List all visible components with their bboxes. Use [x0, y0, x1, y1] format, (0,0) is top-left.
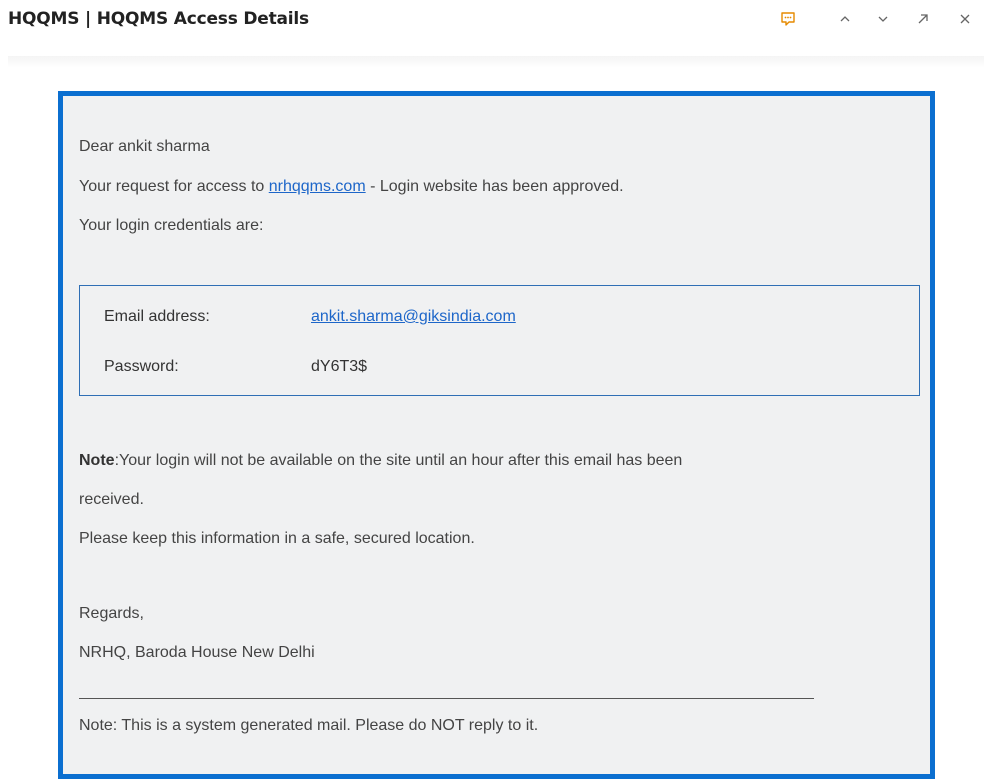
- request-approved-line: Your request for access to nrhqqms.com -…: [79, 178, 624, 196]
- email-address-label: Email address:: [104, 308, 210, 325]
- regards-text: Regards,: [79, 605, 144, 622]
- close-icon[interactable]: [954, 8, 976, 30]
- password-label: Password:: [104, 358, 179, 375]
- email-content-frame: Dear ankit sharma Your request for acces…: [58, 91, 935, 779]
- request-suffix: - Login website has been approved.: [365, 178, 624, 195]
- note-continuation: received.: [79, 491, 144, 508]
- note-text: :Your login will not be available on the…: [114, 452, 683, 469]
- website-link[interactable]: nrhqqms.com: [269, 178, 366, 195]
- header-divider: [8, 56, 984, 68]
- email-subject: HQQMS | HQQMS Access Details: [8, 9, 309, 29]
- footer-divider: [79, 698, 814, 699]
- chevron-down-icon[interactable]: [872, 8, 894, 30]
- signature-text: NRHQ, Baroda House New Delhi: [79, 644, 315, 661]
- system-generated-note: Note: This is a system generated mail. P…: [79, 717, 539, 734]
- greeting: Dear ankit sharma: [79, 138, 210, 155]
- note-heading: Note: [79, 452, 115, 469]
- request-prefix: Your request for access to: [79, 178, 269, 195]
- email-header: HQQMS | HQQMS Access Details: [0, 0, 984, 44]
- credentials-intro: Your login credentials are:: [79, 217, 264, 234]
- credentials-box: Email address: ankit.sharma@giksindia.co…: [79, 285, 920, 396]
- email-address-link[interactable]: ankit.sharma@giksindia.com: [311, 308, 516, 325]
- conversation-icon[interactable]: [777, 8, 799, 30]
- chevron-up-icon[interactable]: [834, 8, 856, 30]
- expand-icon[interactable]: [912, 8, 934, 30]
- note-line: Note:Your login will not be available on…: [79, 452, 682, 470]
- password-value: dY6T3$: [311, 358, 368, 375]
- keep-safe-text: Please keep this information in a safe, …: [79, 530, 475, 547]
